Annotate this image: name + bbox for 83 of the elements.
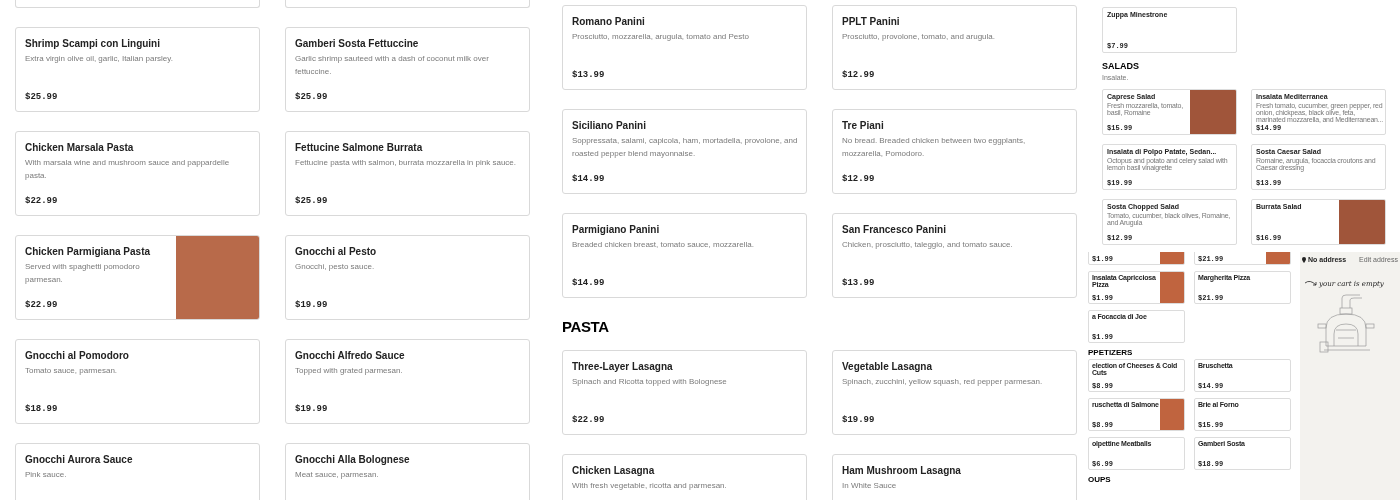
item-name: Parmigiano Panini (572, 223, 661, 236)
menu-item-card[interactable]: Romano Panini Prosciutto, mozzarella, arugula, tomato and Pesto $13.99 (562, 5, 807, 90)
menu-item-card[interactable]: Chicken Parmigiana Pasta Served with spaghetti pomodoro parmesan. $22.99 (15, 235, 260, 320)
item-name: Shrimp Scampi con Linguini (25, 37, 161, 50)
item-price: $25.99 (295, 196, 329, 206)
item-price: $19.99 (842, 415, 876, 425)
item-price: $19.99 (295, 404, 329, 414)
menu-item-card[interactable]: Gnocchi al Pomodoro Tomato sauce, parmesan. $18.99 (15, 339, 260, 424)
item-description: Chicken, prosciutto, taleggio, and tomato sauce. (842, 239, 1014, 251)
item-name: Tre Piani (842, 119, 885, 132)
menu-item-card[interactable]: Shrimp Scampi con Linguini Extra virgin olive oil, garlic, Italian parsley. $25.99 (15, 27, 260, 112)
item-description: Pink sauce. (25, 469, 68, 481)
item-name: Ham Mushroom Lasagna (842, 464, 962, 477)
item-name: San Francesco Panini (842, 223, 947, 236)
item-description: Meat sauce, parmesan. (295, 469, 380, 481)
menu-item-card[interactable]: Three-Layer Lasagna Spinach and Ricotta topped with Bolognese $22.99 (562, 350, 807, 435)
item-name: Gamberi Sosta Fettuccine (295, 37, 420, 50)
item-name: PPLT Panini (842, 15, 901, 28)
item-name: Chicken Parmigiana Pasta (25, 245, 152, 258)
item-price: $22.99 (25, 196, 59, 206)
item-description: Prosciutto, provolone, tomato, and arugula. (842, 31, 996, 43)
item-price: $22.99 (572, 415, 606, 425)
menu-item-card[interactable]: Gnocchi Aurora Sauce Pink sauce. (15, 443, 260, 500)
item-description: Extra virgin olive oil, garlic, Italian parsley. (25, 53, 174, 65)
item-price: $25.99 (25, 92, 59, 102)
item-description: Tomato sauce, parmesan. (25, 365, 119, 377)
item-price: $12.99 (842, 70, 876, 80)
item-price: $14.99 (572, 174, 606, 184)
item-price: $22.99 (25, 300, 59, 310)
item-name: Gnocchi al Pomodoro (25, 349, 130, 362)
menu-item-card[interactable]: Gnocchi Alla Bolognese Meat sauce, parmesan. (285, 443, 530, 500)
item-description: Fettucine pasta with salmon, burrata mozzarella in pink sauce. (295, 157, 517, 169)
item-description: Soppressata, salami, capicola, ham, mortadella, provolone, and roasted pepper blend mayonnaise. (572, 135, 798, 160)
item-description: Gnocchi, pesto sauce. (295, 261, 376, 273)
curved-arrow-icon (1304, 279, 1318, 288)
menu-item-card[interactable]: Fettucine Salmone Burrata Fettucine pasta with salmon, burrata mozzarella in pink sauce. $25.99 (285, 131, 530, 216)
item-price: $25.99 (295, 92, 329, 102)
item-name: Vegetable Lasagna (842, 360, 934, 373)
item-name: Gnocchi al Pesto (295, 245, 378, 258)
item-description: Spinach and Ricotta topped with Bolognese (572, 376, 728, 388)
menu-item-card[interactable]: Gamberi Sosta Fettuccine Garlic shrimp sauteed with a dash of coconut milk over fettuccine. $25.99 (285, 27, 530, 112)
item-name: Gnocchi Alla Bolognese (295, 453, 411, 466)
menu-item-card[interactable]: Gnocchi Alfredo Sauce Topped with grated parmesan. $19.99 (285, 339, 530, 424)
item-description: Topped with grated parmesan. (295, 365, 404, 377)
item-name: Gnocchi Aurora Sauce (25, 453, 134, 466)
pizza-oven-drawing (1316, 293, 1378, 356)
item-price: $13.99 (842, 278, 876, 288)
item-name: Chicken Marsala Pasta (25, 141, 135, 154)
menu-item-card[interactable]: PPLT Panini Prosciutto, provolone, tomato, and arugula. $12.99 (832, 5, 1077, 90)
menu-item-card[interactable]: San Francesco Panini Chicken, prosciutto, taleggio, and tomato sauce. $13.99 (832, 213, 1077, 298)
item-description: With fresh vegetable, ricotta and parmesan. (572, 480, 728, 492)
item-description: Garlic shrimp sauteed with a dash of coconut milk over fettuccine. (295, 53, 490, 78)
item-price: $18.99 (25, 404, 59, 414)
menu-item-card[interactable]: Gnocchi al Pesto Gnocchi, pesto sauce. $19.99 (285, 235, 530, 320)
item-name: Romano Panini (572, 15, 646, 28)
item-description: With marsala wine and mushroom sauce and pappardelle pasta. (25, 157, 231, 182)
item-description: Breaded chicken breast, tomato sauce, mozzarella. (572, 239, 755, 251)
section-heading: PASTA (562, 320, 610, 334)
item-description: No bread. Breaded chicken between two eggplants, mozzarella, Pomodoro. (842, 135, 1027, 160)
section-heading: OUPS (1088, 476, 1112, 484)
item-description: In White Sauce (842, 480, 898, 492)
item-price: $14.99 (572, 278, 606, 288)
item-description: Spinach, zucchini, yellow squash, red pepper parmesan. (842, 376, 1044, 388)
item-price: $12.99 (842, 174, 876, 184)
item-name: Three-Layer Lasagna (572, 360, 674, 373)
menu-item-card[interactable]: Tre Piani No bread. Breaded chicken between two eggplants, mozzarella, Pomodoro. $12.99 (832, 109, 1077, 194)
location-pin-icon (1302, 257, 1306, 264)
item-name: Fettucine Salmone Burrata (295, 141, 424, 154)
item-description: Prosciutto, mozzarella, arugula, tomato and Pesto (572, 31, 750, 43)
section-heading: PPETIZERS (1088, 349, 1134, 357)
menu-item-card[interactable]: Chicken Marsala Pasta With marsala wine and mushroom sauce and pappardelle pasta. $22.99 (15, 131, 260, 216)
menu-item-card[interactable]: Vegetable Lasagna Spinach, zucchini, yellow squash, red pepper parmesan. $19.99 (832, 350, 1077, 435)
item-name: Gnocchi Alfredo Sauce (295, 349, 406, 362)
menu-item-card[interactable]: Siciliano Panini Soppressata, salami, capicola, ham, mortadella, provolone, and roasted pepper blend mayonnaise. $14.99 (562, 109, 807, 194)
menu-item-card[interactable]: Parmigiano Panini Breaded chicken breast, tomato sauce, mozzarella. $14.99 (562, 213, 807, 298)
item-name: Siciliano Panini (572, 119, 647, 132)
menu-item-card[interactable]: Chicken Lasagna With fresh vegetable, ricotta and parmesan. (562, 454, 807, 500)
item-name: Chicken Lasagna (572, 464, 656, 477)
item-price: $13.99 (572, 70, 606, 80)
item-description: Served with spaghetti pomodoro parmesan. (25, 261, 141, 286)
item-price: $19.99 (295, 300, 329, 310)
menu-item-card[interactable]: Ham Mushroom Lasagna In White Sauce (832, 454, 1077, 500)
section-heading: SALADS (1102, 62, 1140, 71)
